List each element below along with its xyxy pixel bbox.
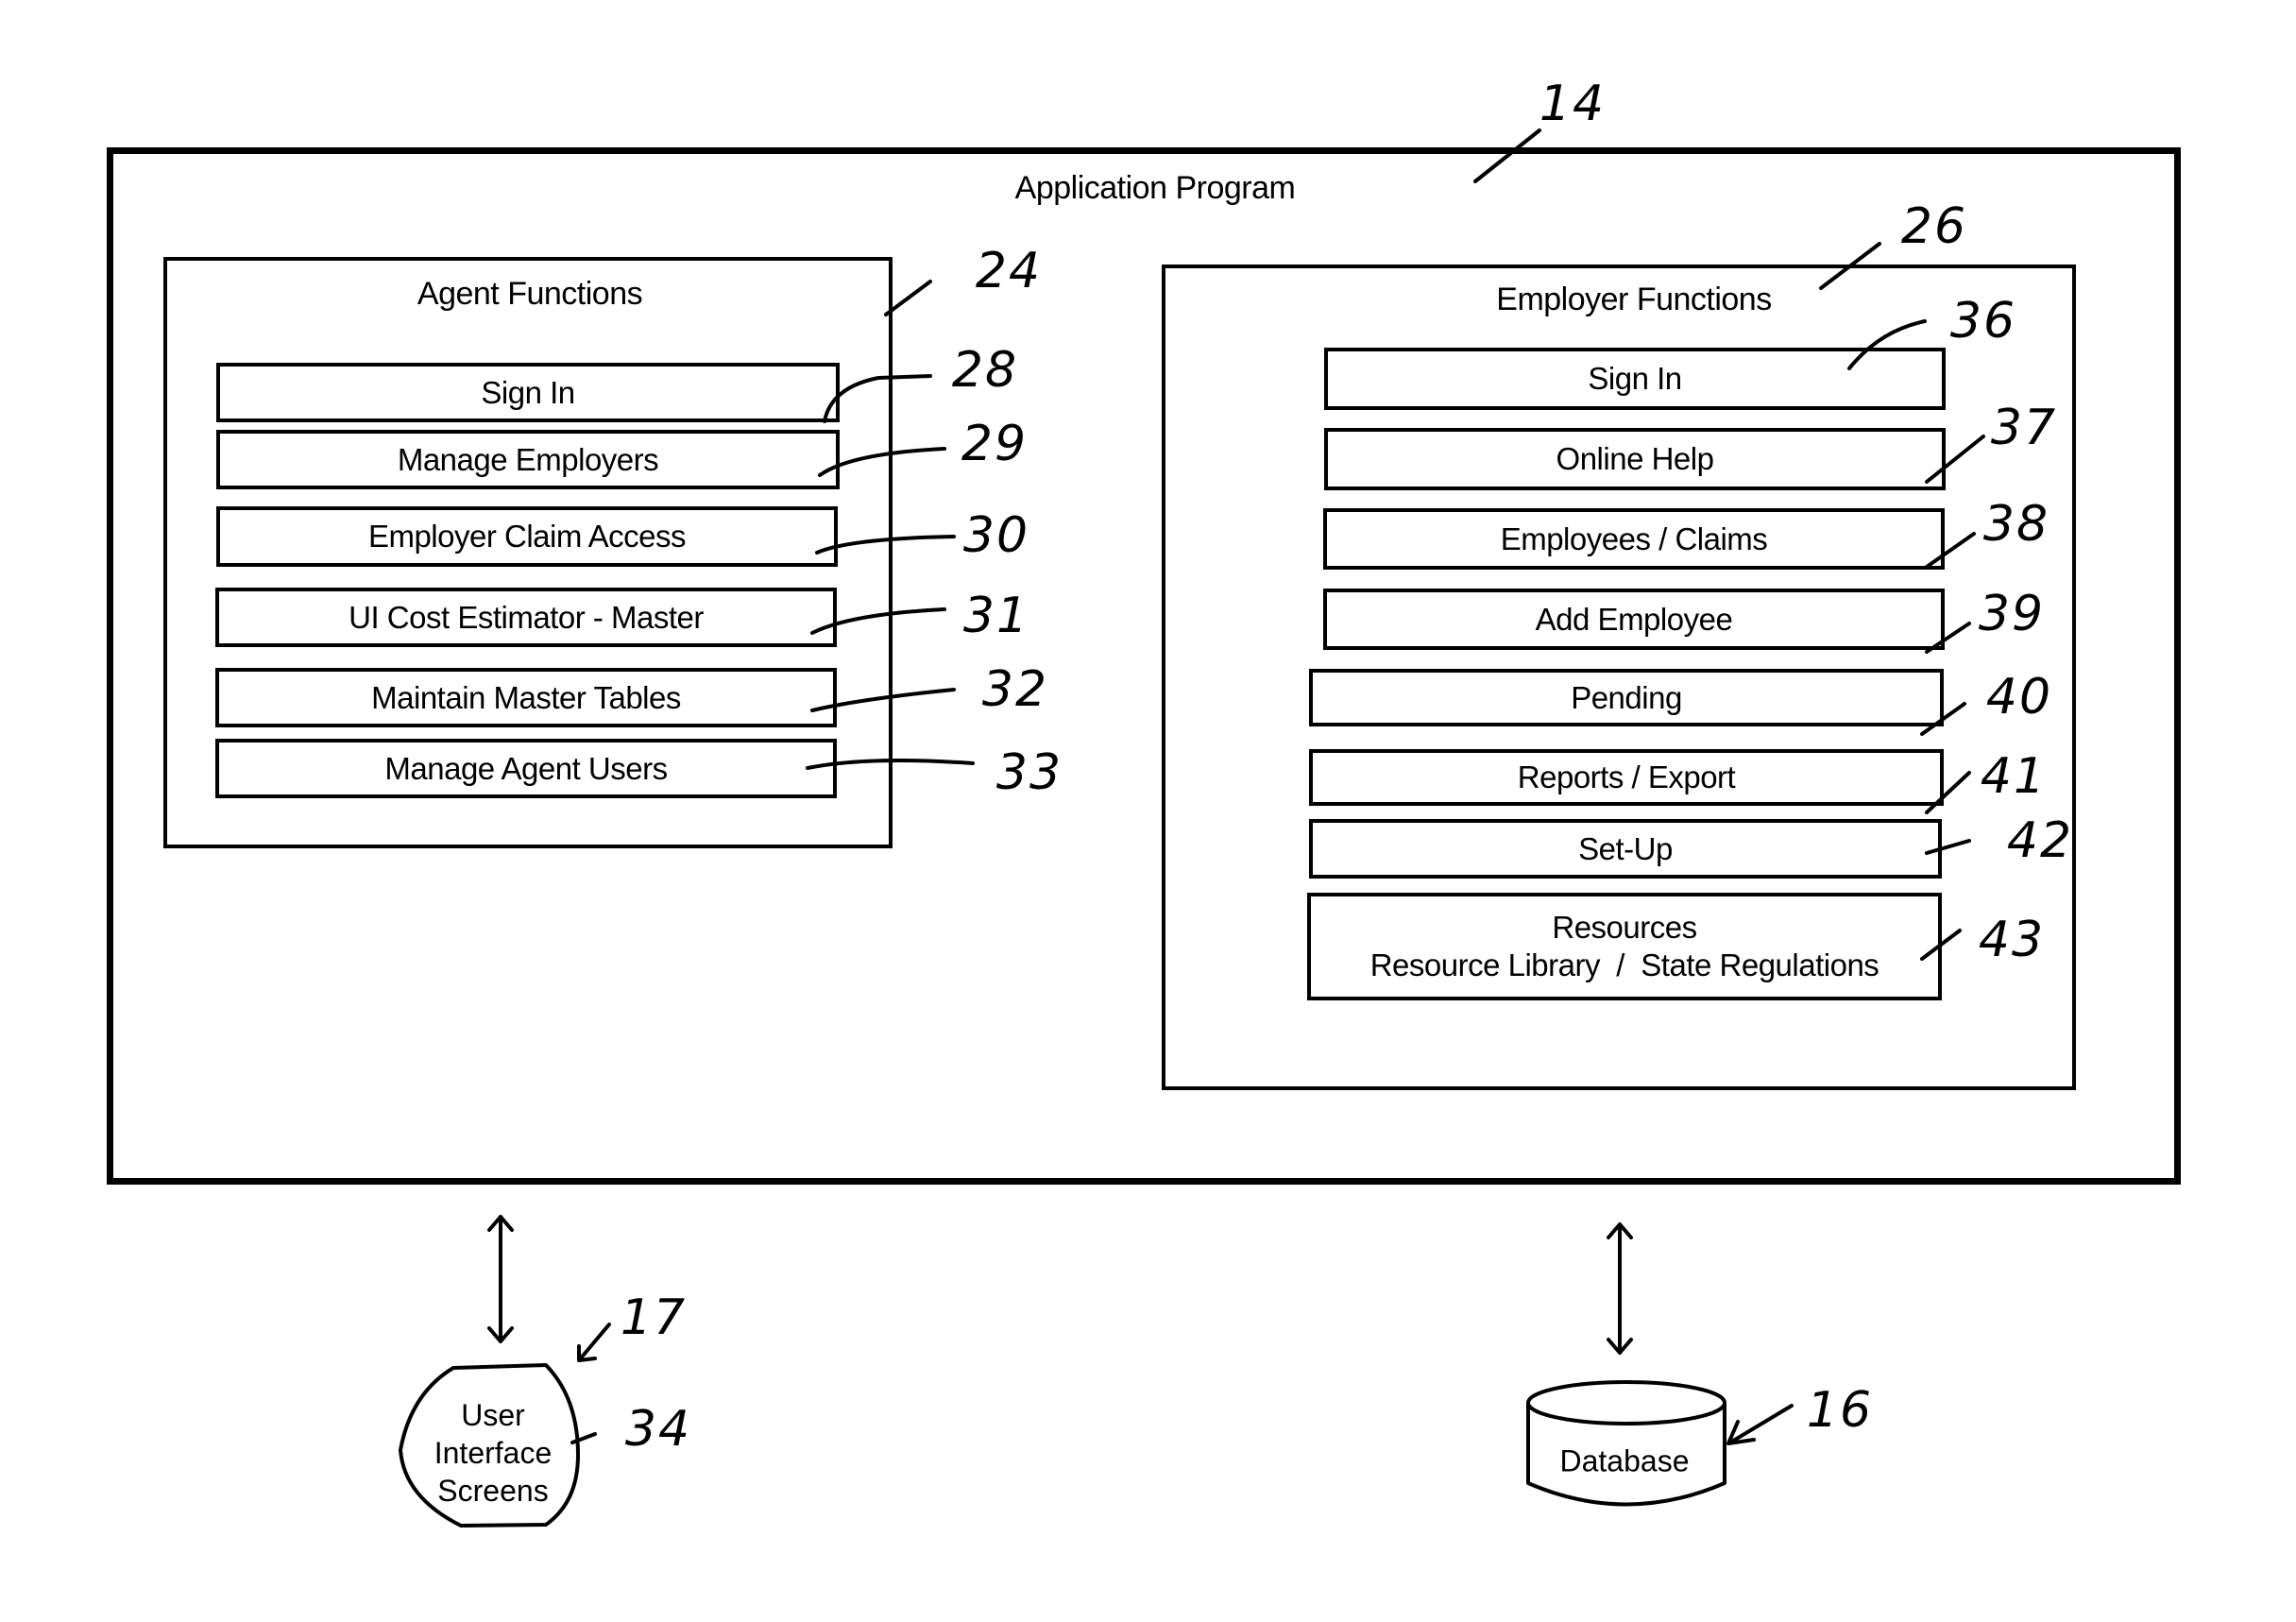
employer-item-label: Sign In [1588,361,1682,396]
agent-item-label: UI Cost Estimator - Master [349,599,704,635]
arrow-ref-17 [577,1323,611,1362]
arrow-db-application [1607,1222,1633,1355]
employer-item-label: Resources [1552,910,1697,945]
ref-employer-functions: 26 [1900,198,1968,255]
application-program-title: Application Program [1014,170,1296,206]
ref-user-interface-screens: 34 [624,1401,692,1458]
user-interface-screens-label: User Interface Screens [434,1398,553,1508]
employer-item-label: Reports / Export [1517,760,1736,794]
employer-item-employees-claims[interactable]: Employees / Claims [1323,508,1945,570]
ref-database: 16 [1806,1382,1874,1439]
agent-item-label: Employer Claim Access [367,519,687,554]
employer-item-label: Employees / Claims [1500,521,1768,556]
ref-set-up: 42 [2006,812,2074,869]
ref-manage-employers: 29 [961,416,1029,472]
employer-item-pending[interactable]: Pending [1309,669,1944,726]
employer-item-label: Online Help [1556,441,1714,476]
employer-item-label: Set-Up [1578,830,1673,866]
ref-manage-agent-users: 33 [995,744,1063,801]
ref-employer-sign-in: 36 [1949,293,2017,350]
ref-pending: 40 [1985,669,2053,726]
employer-item-add-employee[interactable]: Add Employee [1323,589,1945,650]
employer-item-online-help[interactable]: Online Help [1324,428,1946,490]
agent-item-label: Sign In [481,374,575,410]
database-label: Database [1559,1443,1690,1478]
leader-user-interface-screens [570,1432,597,1444]
arrow-ref-16 [1726,1404,1794,1445]
ref-reports-export: 41 [1980,748,2048,805]
agent-item-label: Manage Agent Users [384,750,668,786]
agent-item-manage-agent-users[interactable]: Manage Agent Users [215,739,837,798]
employer-item-label: Pending [1571,679,1682,715]
ref-agent-sign-in: 28 [951,342,1019,399]
ref-user-interface-group: 17 [620,1289,688,1346]
agent-item-label: Manage Employers [397,441,659,477]
agent-item-ui-cost-estimator[interactable]: UI Cost Estimator - Master [215,588,837,647]
database-top [1526,1380,1726,1426]
arrow-ui-application [487,1215,514,1343]
employer-item-reports-export[interactable]: Reports / Export [1309,749,1944,806]
employer-item-label: Add Employee [1535,601,1733,637]
employer-item-sign-in[interactable]: Sign In [1324,348,1946,410]
ref-employees-claims: 38 [1982,496,2050,553]
employer-functions-title: Employer Functions [1496,282,1772,317]
agent-functions-title: Agent Functions [417,276,643,312]
ref-add-employee: 39 [1978,586,2046,642]
employer-item-sublabel: Resource Library / State Regulations [1369,948,1879,982]
ref-agent-functions: 24 [975,243,1043,299]
agent-item-sign-in[interactable]: Sign In [216,363,840,422]
employer-item-set-up[interactable]: Set-Up [1309,819,1942,879]
employer-item-resources[interactable]: Resources Resource Library / State Regul… [1307,893,1942,1000]
agent-item-employer-claim-access[interactable]: Employer Claim Access [216,506,838,567]
ref-application: 14 [1539,76,1607,132]
agent-item-maintain-master-tables[interactable]: Maintain Master Tables [215,668,837,727]
agent-item-manage-employers[interactable]: Manage Employers [216,430,840,489]
ref-ui-cost-estimator: 31 [962,588,1030,644]
ref-employer-claim-access: 30 [962,507,1030,564]
ref-resources: 43 [1978,912,2046,968]
ref-maintain-master-tables: 32 [981,661,1049,718]
agent-item-label: Maintain Master Tables [371,679,681,715]
ref-online-help: 37 [1990,400,2058,456]
